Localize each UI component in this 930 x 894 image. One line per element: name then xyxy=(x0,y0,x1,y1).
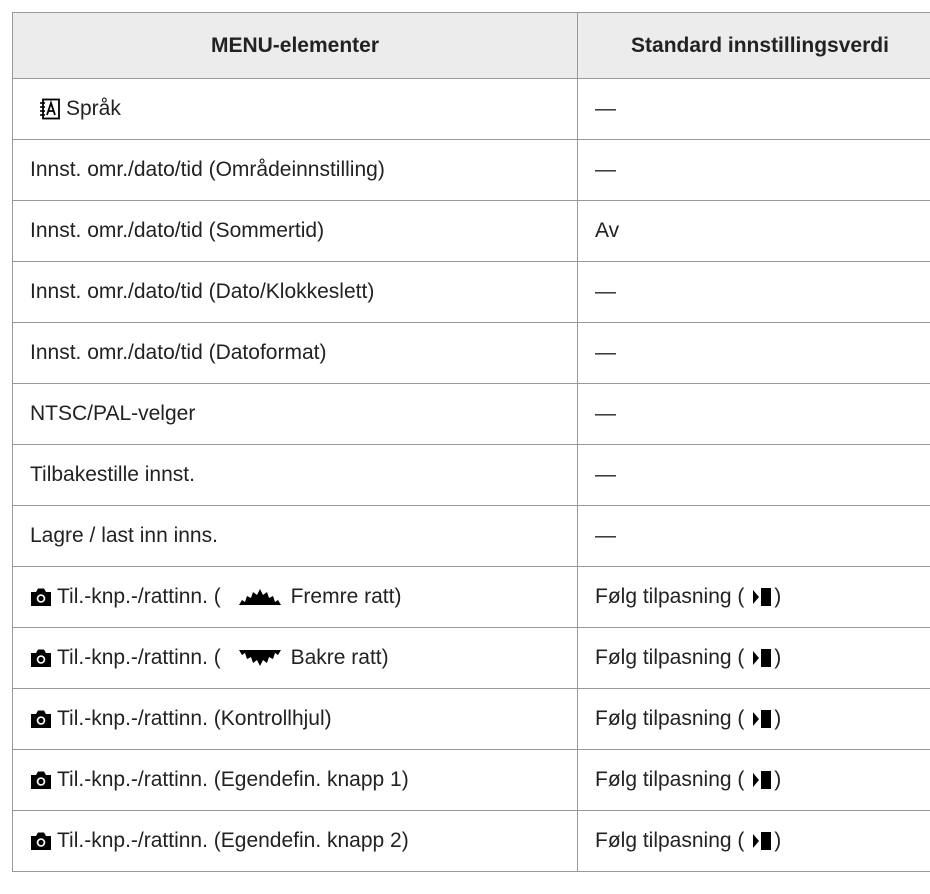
menu-item-cell: Innst. omr./dato/tid (Sommertid) xyxy=(12,200,578,262)
default-value-cell: — xyxy=(577,139,930,201)
menu-item-label: Bakre ratt) xyxy=(290,646,389,669)
menu-item-label: Fremre ratt) xyxy=(290,585,402,608)
stills-movie-icon xyxy=(753,649,772,668)
table-row: Til.-knp.-/rattinn. (Egendefin. knapp 1)… xyxy=(12,749,930,811)
menu-item-cell: NTSC/PAL-velger xyxy=(12,383,578,445)
menu-item-cell: Lagre / last inn inns. xyxy=(12,505,578,567)
table-row: Lagre / last inn inns. — xyxy=(12,505,930,567)
menu-item-cell: Innst. omr./dato/tid (Dato/Klokkeslett) xyxy=(12,261,578,323)
default-value-cell: Følg tilpasning ( ) xyxy=(577,627,930,689)
table-row: Tilbakestille innst. — xyxy=(12,444,930,506)
camera-icon xyxy=(31,588,51,607)
default-value-label: Følg tilpasning ( xyxy=(595,707,745,730)
stills-movie-icon xyxy=(753,710,772,729)
menu-item-label: Til.-knp.-/rattinn. (Kontrollhjul) xyxy=(57,707,332,730)
table-row: Innst. omr./dato/tid (Sommertid) Av xyxy=(12,200,930,262)
camera-icon xyxy=(31,710,51,729)
table-row: Til.-knp.-/rattinn. (Kontrollhjul) Følg … xyxy=(12,688,930,750)
stills-movie-icon xyxy=(753,771,772,790)
default-value-cell: — xyxy=(577,505,930,567)
table-row: Til.-knp.-/rattinn. (Egendefin. knapp 2)… xyxy=(12,810,930,872)
menu-item-label: Språk xyxy=(66,97,121,120)
default-value-label: ) xyxy=(774,585,782,608)
menu-item-label: Til.-knp.-/rattinn. ( xyxy=(57,585,221,608)
table-row: Innst. omr./dato/tid (Datoformat) — xyxy=(12,322,930,384)
menu-item-cell: Innst. omr./dato/tid (Datoformat) xyxy=(12,322,578,384)
stills-movie-icon xyxy=(753,588,772,607)
camera-icon xyxy=(31,832,51,851)
default-value-label: Følg tilpasning ( xyxy=(595,768,745,791)
table-row: Til.-knp.-/rattinn. ( Fremre ratt) Følg … xyxy=(12,566,930,628)
menu-item-cell: Til.-knp.-/rattinn. ( Fremre ratt) xyxy=(12,566,578,628)
default-value-cell: — xyxy=(577,78,930,140)
camera-icon xyxy=(31,649,51,668)
default-value-cell: — xyxy=(577,261,930,323)
default-value-cell: Følg tilpasning ( ) xyxy=(577,566,930,628)
table-row: Språk — xyxy=(12,78,930,140)
table-row: Til.-knp.-/rattinn. ( Bakre ratt) Følg t… xyxy=(12,627,930,689)
default-value-cell: Følg tilpasning ( ) xyxy=(577,749,930,811)
table-row: Innst. omr./dato/tid (Områdeinnstilling)… xyxy=(12,139,930,201)
menu-item-label: Til.-knp.-/rattinn. (Egendefin. knapp 2) xyxy=(57,829,409,852)
default-value-cell: Av xyxy=(577,200,930,262)
menu-item-cell: Til.-knp.-/rattinn. (Egendefin. knapp 2) xyxy=(12,810,578,872)
menu-item-cell: Språk xyxy=(12,78,578,140)
language-icon xyxy=(40,99,60,120)
rear-dial-icon xyxy=(238,650,281,667)
default-value-label: ) xyxy=(774,768,782,791)
default-value-label: ) xyxy=(774,707,782,730)
default-value-label: Følg tilpasning ( xyxy=(595,829,745,852)
table-row: NTSC/PAL-velger — xyxy=(12,383,930,445)
front-dial-icon xyxy=(238,589,281,606)
default-value-cell: — xyxy=(577,322,930,384)
menu-item-cell: Til.-knp.-/rattinn. (Egendefin. knapp 1) xyxy=(12,749,578,811)
default-value-label: ) xyxy=(774,829,782,852)
menu-item-cell: Til.-knp.-/rattinn. (Kontrollhjul) xyxy=(12,688,578,750)
default-value-label: Følg tilpasning ( xyxy=(595,585,745,608)
table-header-row: MENU-elementer Standard innstillingsverd… xyxy=(12,12,930,79)
stills-movie-icon xyxy=(753,832,772,851)
menu-item-label: Til.-knp.-/rattinn. (Egendefin. knapp 1) xyxy=(57,768,409,791)
settings-table: MENU-elementer Standard innstillingsverd… xyxy=(12,12,930,872)
default-value-cell: Følg tilpasning ( ) xyxy=(577,688,930,750)
table-row: Innst. omr./dato/tid (Dato/Klokkeslett) … xyxy=(12,261,930,323)
default-value-cell: Følg tilpasning ( ) xyxy=(577,810,930,872)
header-menu-items: MENU-elementer xyxy=(12,12,578,79)
default-value-label: Følg tilpasning ( xyxy=(595,646,745,669)
default-value-label: ) xyxy=(774,646,782,669)
header-default-value: Standard innstillingsverdi xyxy=(577,12,930,79)
camera-icon xyxy=(31,771,51,790)
default-value-cell: — xyxy=(577,383,930,445)
menu-item-cell: Tilbakestille innst. xyxy=(12,444,578,506)
menu-item-cell: Innst. omr./dato/tid (Områdeinnstilling) xyxy=(12,139,578,201)
menu-item-label: Til.-knp.-/rattinn. ( xyxy=(57,646,221,669)
menu-item-cell: Til.-knp.-/rattinn. ( Bakre ratt) xyxy=(12,627,578,689)
default-value-cell: — xyxy=(577,444,930,506)
